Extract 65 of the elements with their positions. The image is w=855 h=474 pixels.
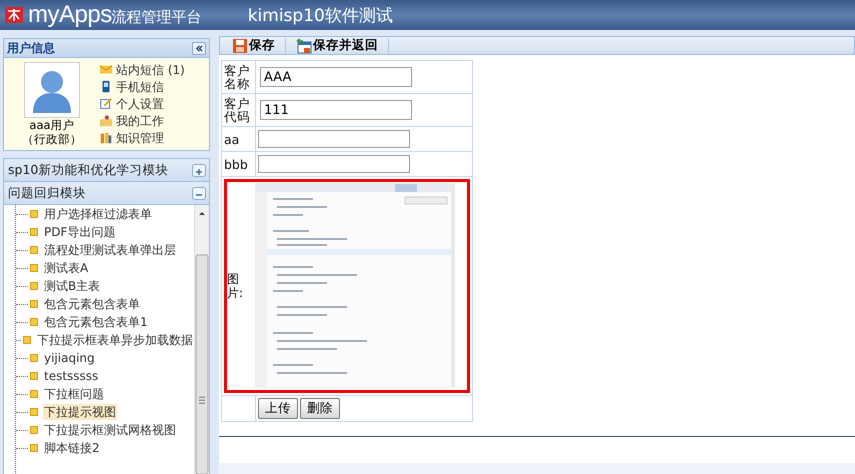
- tree-item[interactable]: 流程处理测试表单弹出层: [43, 242, 177, 258]
- tree-item[interactable]: 下拉提示框表单异步加载数据: [36, 332, 194, 348]
- platform-title: 流程管理平台: [112, 8, 202, 26]
- collapse-button[interactable]: [192, 42, 206, 54]
- avatar-icon: [24, 62, 80, 118]
- logo-text: myApps: [28, 1, 112, 29]
- bullet-icon: [30, 228, 38, 236]
- bullet-icon: [30, 408, 38, 416]
- bullet-icon: [30, 390, 38, 398]
- logo-icon: [4, 5, 24, 25]
- form-button[interactable]: 上传: [258, 398, 298, 419]
- pencil-note-icon: [98, 97, 114, 111]
- bullet-icon: [30, 354, 38, 362]
- tree-item[interactable]: 包含元素包含表单1: [43, 314, 149, 330]
- field-label: 客户名称: [224, 64, 250, 90]
- toggle-button[interactable]: [192, 186, 206, 200]
- user-link[interactable]: 个人设置: [98, 96, 185, 112]
- tree-item[interactable]: 下拉提示框测试网格视图: [43, 422, 177, 438]
- user-link[interactable]: 站内短信 (1): [98, 62, 185, 78]
- app-title: kimisp10软件测试: [248, 4, 393, 26]
- tree-item[interactable]: 用户选择框过滤表单: [43, 206, 153, 222]
- user-link[interactable]: 知识管理: [98, 130, 185, 146]
- tree-item[interactable]: yijiaqing: [43, 350, 96, 366]
- tree-item[interactable]: 下拉框问题: [43, 386, 105, 402]
- bullet-icon: [30, 426, 38, 434]
- user-link[interactable]: 手机短信: [98, 79, 185, 95]
- bullet-icon: [30, 318, 38, 326]
- panel-title: 用户信息: [7, 40, 55, 56]
- double-chevron-icon: [194, 44, 204, 52]
- bullet-icon: [30, 300, 38, 308]
- bullet-icon: [30, 372, 38, 380]
- folder-person-icon: [98, 114, 114, 128]
- user-link[interactable]: 我的工作: [98, 113, 185, 129]
- module-header[interactable]: 问题回归模块: [4, 182, 209, 205]
- tree-item[interactable]: 测试表A: [43, 260, 90, 276]
- bullet-icon: [30, 444, 38, 452]
- bullet-icon: [30, 210, 38, 218]
- field-label: bbb: [224, 158, 249, 170]
- bullet-icon: [30, 282, 38, 290]
- input-field[interactable]: [258, 130, 410, 148]
- tree-item[interactable]: 测试B主表: [43, 278, 102, 294]
- tree-item[interactable]: 包含元素包含表单: [43, 296, 141, 312]
- form-button[interactable]: 删除: [300, 398, 340, 419]
- input-field[interactable]: AAA: [260, 67, 412, 87]
- bullet-icon: [30, 246, 38, 254]
- tree-item[interactable]: testsssss: [43, 368, 100, 384]
- field-label: aa: [224, 132, 240, 146]
- tree-item[interactable]: 脚本链接2: [43, 440, 101, 456]
- toolbar-button[interactable]: 保存并返回: [294, 37, 380, 54]
- field-label: 客户代码: [224, 97, 250, 123]
- toolbar-button[interactable]: 保存: [230, 37, 277, 54]
- books-icon: [98, 131, 114, 145]
- toggle-button[interactable]: [192, 164, 206, 176]
- department-label: （行政部）: [22, 132, 82, 146]
- input-field[interactable]: [258, 155, 410, 173]
- module-title: 问题回归模块: [8, 184, 86, 202]
- module-title: sp10新功能和优化学习模块: [8, 162, 168, 178]
- tree-item[interactable]: 下拉提示视图: [43, 404, 117, 420]
- user-name: aaa用户: [29, 118, 75, 132]
- input-field[interactable]: 111: [260, 100, 412, 120]
- tree-item[interactable]: PDF导出问题: [43, 224, 116, 240]
- module-header[interactable]: sp10新功能和优化学习模块: [4, 159, 209, 182]
- bullet-icon: [23, 336, 31, 344]
- bullet-icon: [30, 264, 38, 272]
- plus-icon: [194, 166, 204, 176]
